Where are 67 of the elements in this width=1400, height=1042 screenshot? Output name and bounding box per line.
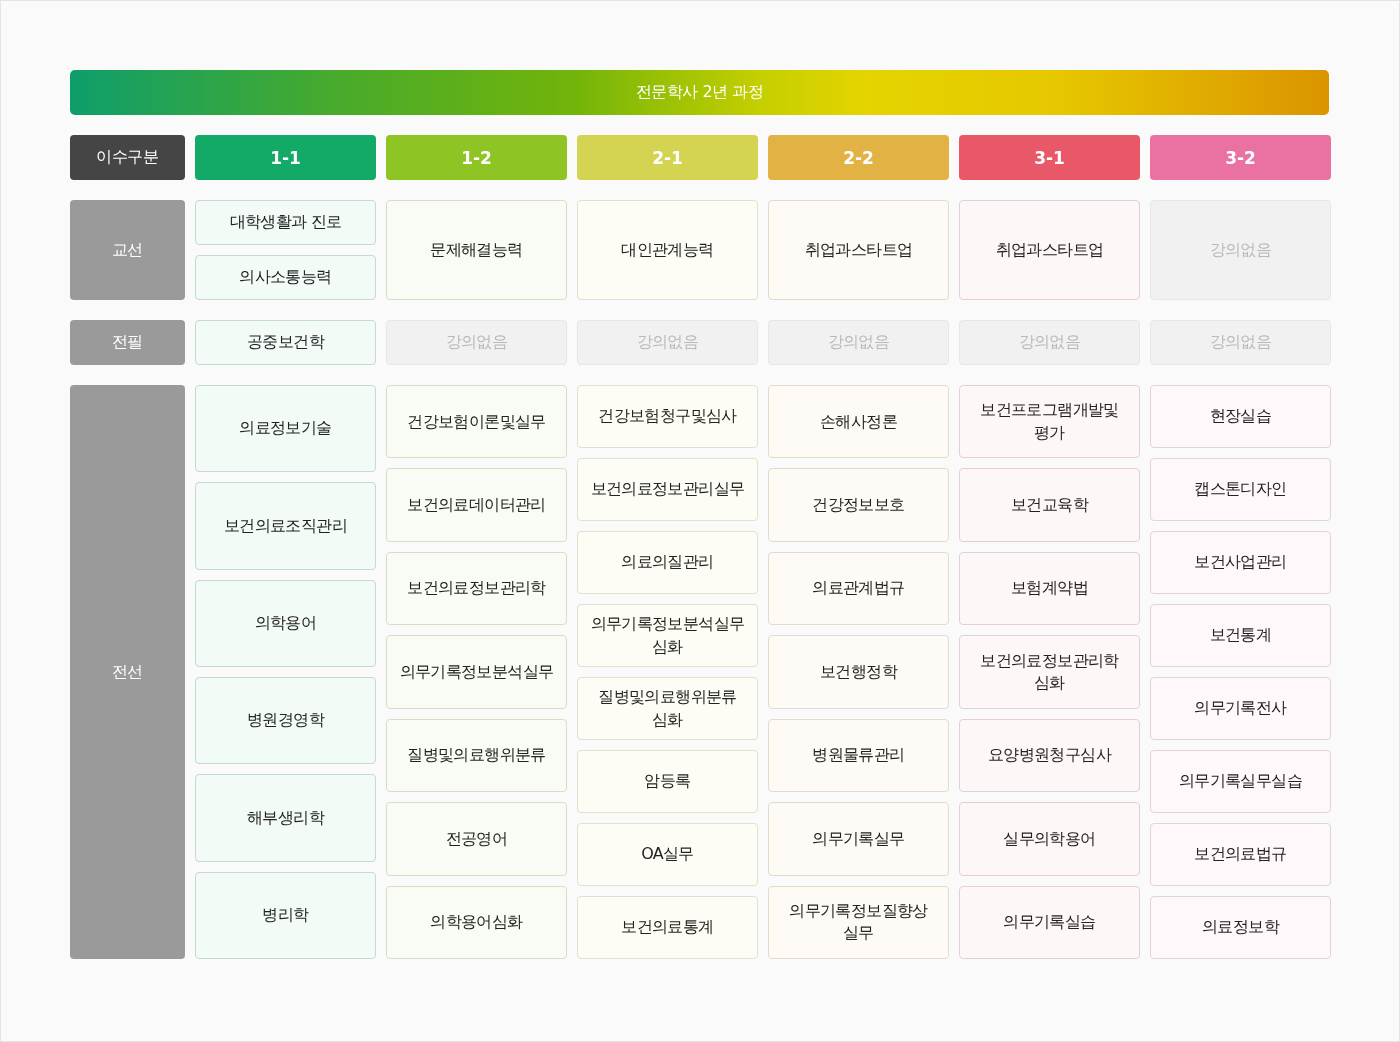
- course-cell: 의무기록정보질향상 실무: [768, 885, 949, 959]
- course-cell: 병원물류관리: [768, 718, 949, 793]
- course-cell: 대인관계능력: [577, 200, 758, 300]
- course-cell: 문제해결능력: [386, 200, 567, 300]
- course-cell: 암등록: [577, 750, 758, 813]
- course-cell: 보건통계: [1150, 604, 1331, 667]
- course-cell: 보건의료정보관리학: [386, 551, 567, 626]
- course-cell: 병리학: [195, 871, 376, 959]
- empty-course-cell: 강의없음: [959, 320, 1140, 365]
- semester-header: 2-1: [577, 135, 758, 180]
- course-cell: 의료의질관리: [577, 531, 758, 594]
- course-cell: 의료관계법규: [768, 551, 949, 626]
- program-banner: 전문학사 2년 과정: [70, 70, 1329, 115]
- semester-header: 1-2: [386, 135, 567, 180]
- course-cell: 보건프로그램개발및 평가: [959, 385, 1140, 459]
- course-cell: 손해사정론: [768, 385, 949, 459]
- course-cell: 보건의료조직관리: [195, 482, 376, 570]
- course-cell: 해부생리학: [195, 774, 376, 862]
- course-cell: 건강보험청구및심사: [577, 385, 758, 448]
- course-cell: 의무기록실습: [959, 885, 1140, 959]
- course-cell: 의료정보학: [1150, 896, 1331, 959]
- course-cell: 의료정보기술: [195, 385, 376, 473]
- course-cell: 공중보건학: [195, 320, 376, 365]
- course-cell: 취업과스타트업: [768, 200, 949, 300]
- course-cell: 질병및의료행위분류 심화: [577, 677, 758, 740]
- course-cell: 캡스톤디자인: [1150, 458, 1331, 521]
- course-cell: 의무기록정보분석실무: [386, 635, 567, 709]
- course-cell: 보험계약법: [959, 551, 1140, 626]
- course-cell: 취업과스타트업: [959, 200, 1140, 300]
- course-cell: 현장실습: [1150, 385, 1331, 448]
- course-cell: 보건의료법규: [1150, 823, 1331, 886]
- course-cell: 의무기록실무실습: [1150, 750, 1331, 813]
- course-cell: 건강보험이론및실무: [386, 385, 567, 459]
- empty-course-cell: 강의없음: [1150, 200, 1331, 300]
- course-cell: 실무의학용어: [959, 802, 1140, 876]
- category-label: 전선: [70, 385, 185, 959]
- course-cell: 건강정보보호: [768, 468, 949, 542]
- category-label: 전필: [70, 320, 185, 365]
- course-cell: 보건의료데이터관리: [386, 468, 567, 542]
- course-cell: 보건의료통계: [577, 896, 758, 959]
- course-cell: 의무기록전사: [1150, 677, 1331, 740]
- category-label: 교선: [70, 200, 185, 300]
- course-cell: 대학생활과 진로: [195, 200, 376, 245]
- category-header: 이수구분: [70, 135, 185, 180]
- semester-header: 2-2: [768, 135, 949, 180]
- course-cell: 질병및의료행위분류: [386, 718, 567, 793]
- course-cell: 보건교육학: [959, 468, 1140, 542]
- empty-course-cell: 강의없음: [577, 320, 758, 365]
- course-cell: 보건의료정보관리학 심화: [959, 635, 1140, 709]
- course-cell: 의학용어심화: [386, 885, 567, 959]
- course-cell: 보건행정학: [768, 635, 949, 709]
- semester-header: 1-1: [195, 135, 376, 180]
- empty-course-cell: 강의없음: [1150, 320, 1331, 365]
- course-cell: OA실무: [577, 823, 758, 886]
- empty-course-cell: 강의없음: [386, 320, 567, 365]
- course-cell: 병원경영학: [195, 677, 376, 765]
- semester-header: 3-1: [959, 135, 1140, 180]
- course-cell: 의학용어: [195, 579, 376, 667]
- course-cell: 의무기록실무: [768, 802, 949, 876]
- course-cell: 의무기록정보분석실무 심화: [577, 604, 758, 667]
- empty-course-cell: 강의없음: [768, 320, 949, 365]
- course-cell: 보건사업관리: [1150, 531, 1331, 594]
- course-cell: 의사소통능력: [195, 255, 376, 300]
- course-cell: 전공영어: [386, 802, 567, 876]
- semester-header: 3-2: [1150, 135, 1331, 180]
- course-cell: 요양병원청구심사: [959, 718, 1140, 793]
- course-cell: 보건의료정보관리실무: [577, 458, 758, 521]
